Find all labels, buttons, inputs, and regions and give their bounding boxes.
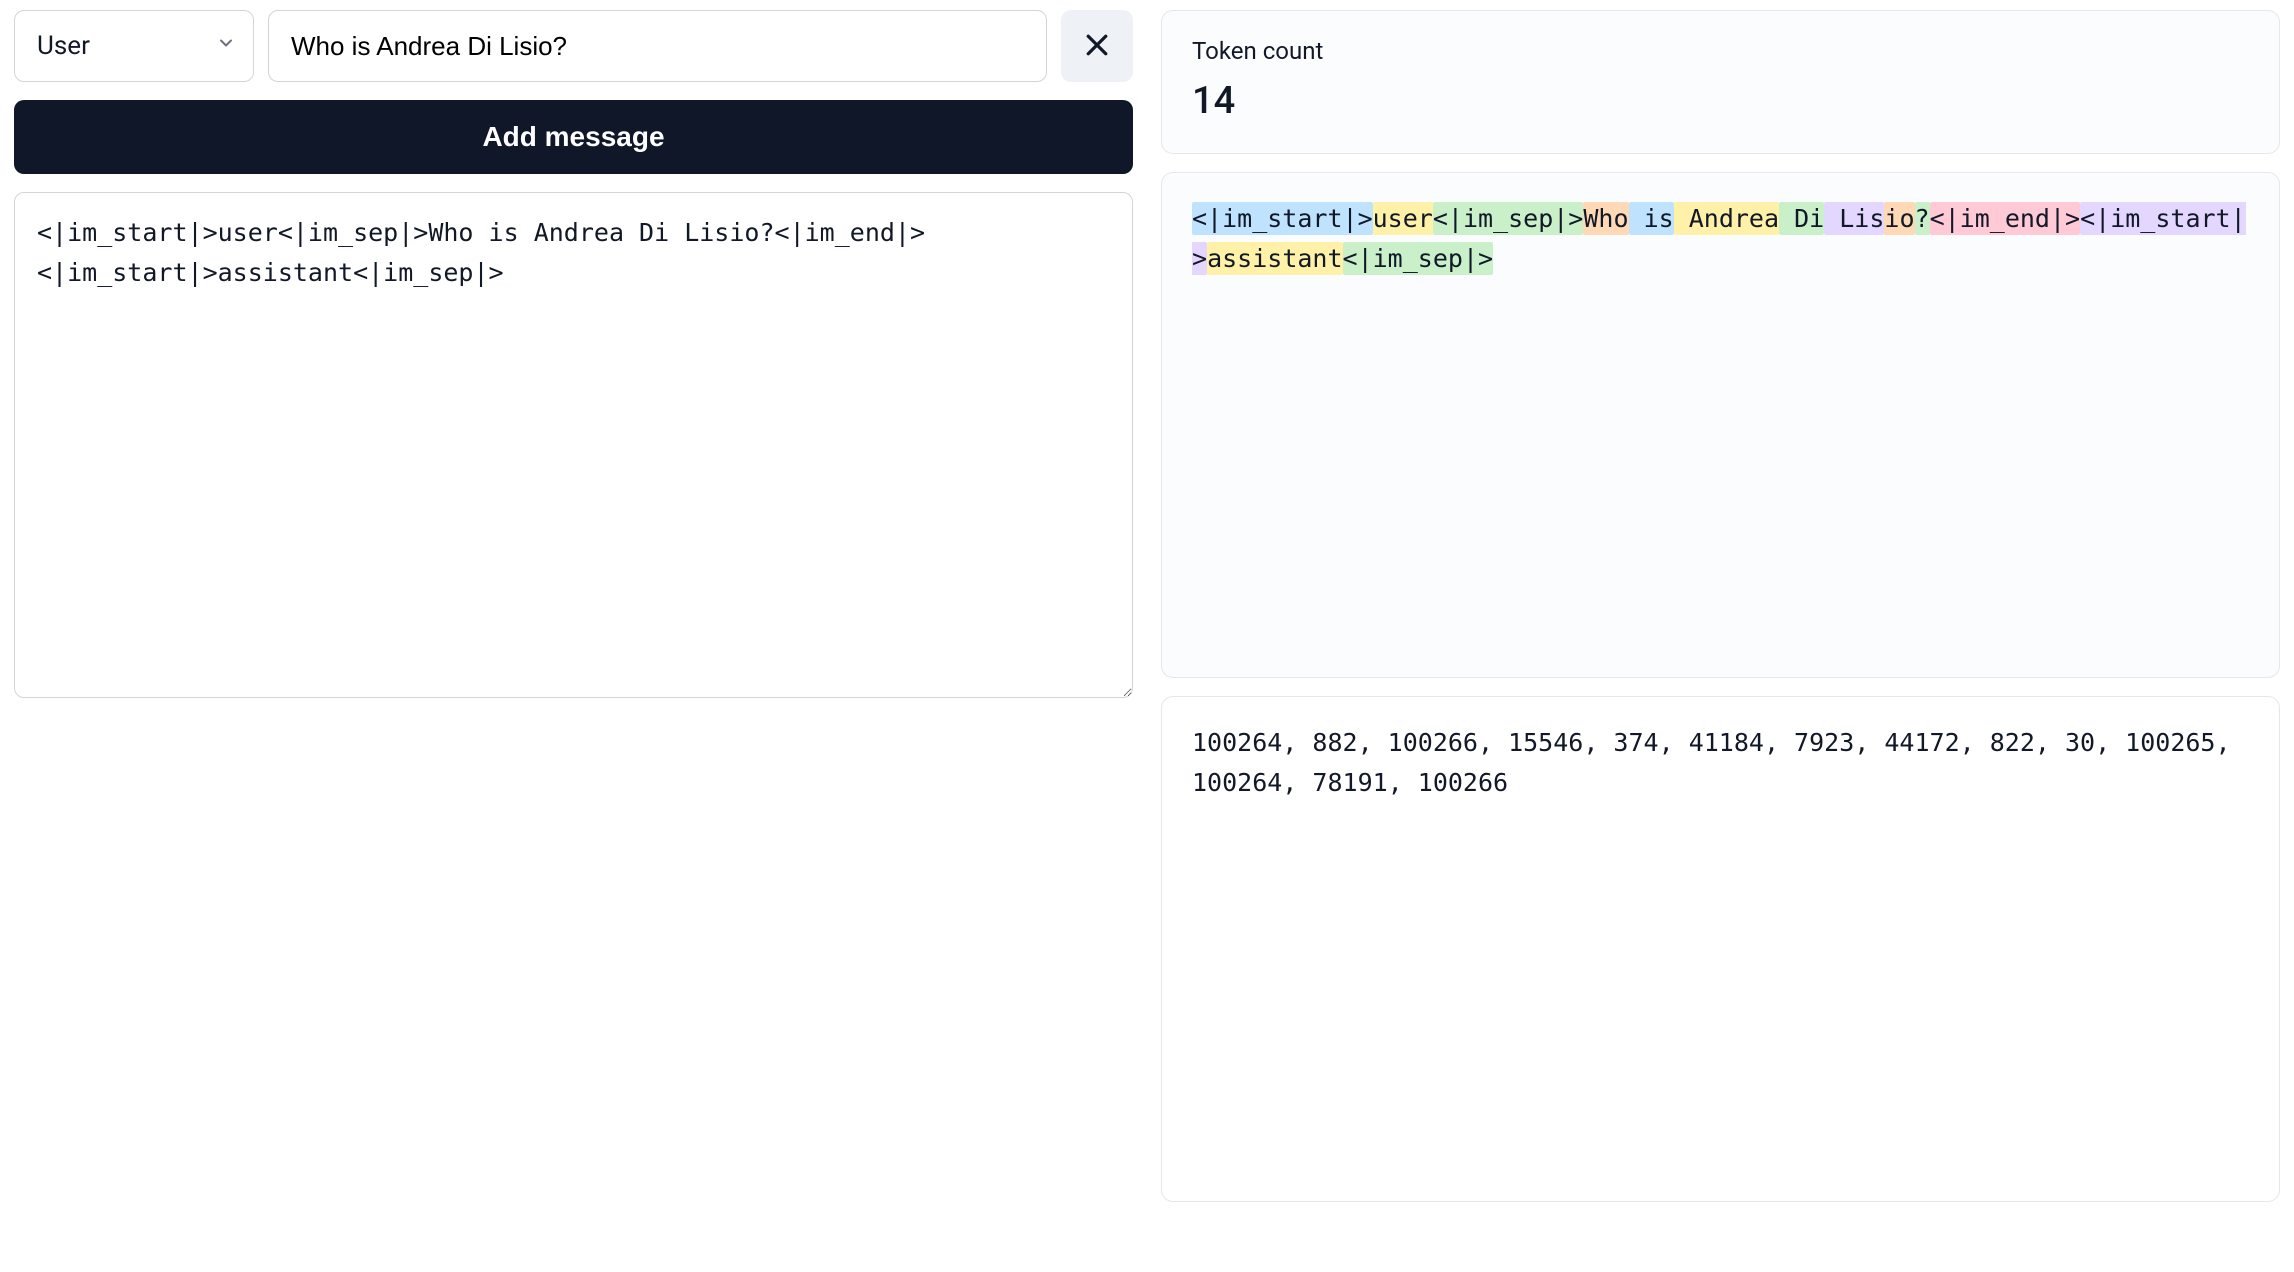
token-span: <|im_start|> [1192,202,1373,235]
token-span: Andrea [1674,202,1779,235]
add-message-button[interactable]: Add message [14,100,1133,174]
token-span: <|im_sep|> [1433,202,1584,235]
message-text-input[interactable] [268,10,1047,82]
tokenized-view-panel: <|im_start|>user<|im_sep|>Who is Andrea … [1161,172,2280,678]
raw-prompt-textarea[interactable] [14,192,1133,698]
token-count-panel: Token count 14 [1161,10,2280,154]
token-count-value: 14 [1192,79,2249,123]
main-layout: User Add message Token count 14 <|im_sta… [14,10,2280,1202]
token-span: ? [1915,202,1930,235]
token-count-label: Token count [1192,37,2249,65]
token-span: is [1629,202,1674,235]
token-span: user [1373,202,1433,235]
role-select-value: User [37,31,90,61]
token-span: io [1884,202,1914,235]
role-select[interactable]: User [14,10,254,82]
token-ids-text: 100264, 882, 100266, 15546, 374, 41184, … [1192,728,2231,797]
token-span: Di [1779,202,1824,235]
token-span: Who [1583,202,1628,235]
clear-message-button[interactable] [1061,10,1133,82]
token-span: <|im_sep|> [1343,242,1494,275]
token-ids-panel: 100264, 882, 100266, 15546, 374, 41184, … [1161,696,2280,1202]
close-icon [1082,30,1112,63]
right-column: Token count 14 <|im_start|>user<|im_sep|… [1161,10,2280,1202]
message-builder-row: User [14,10,1133,82]
token-span: assistant [1207,242,1342,275]
left-column: User Add message [14,10,1133,1202]
token-span: Lis [1824,202,1884,235]
token-span: <|im_end|> [1930,202,2081,235]
